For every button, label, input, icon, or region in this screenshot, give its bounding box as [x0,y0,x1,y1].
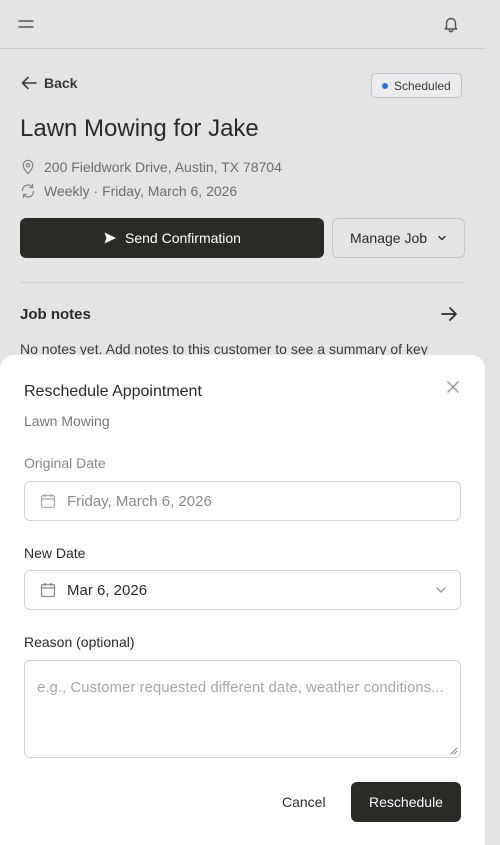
frequency-text: Weekly · Friday, March 6, 2026 [44,183,238,199]
bell-icon[interactable] [439,12,463,36]
manage-job-button[interactable]: Manage Job [332,218,465,258]
original-date-field: Friday, March 6, 2026 [24,481,461,521]
frequency-row: Weekly · Friday, March 6, 2026 [20,183,237,199]
arrow-left-icon [21,76,37,90]
location-pin-icon [22,159,34,175]
job-notes-heading: Job notes [20,306,91,323]
job-detail-page: Back Scheduled Lawn Mowing for Jake 200 … [0,0,485,845]
close-icon[interactable] [443,377,463,397]
reschedule-button[interactable]: Reschedule [351,782,461,822]
reason-placeholder: e.g., Customer requested different date,… [37,679,444,696]
reason-textarea[interactable]: e.g., Customer requested different date,… [24,660,461,758]
chevron-down-icon [436,587,446,593]
status-badge: Scheduled [371,73,462,98]
reason-label: Reason (optional) [24,634,135,650]
new-date-label: New Date [24,545,86,561]
original-date-label: Original Date [24,455,106,471]
status-dot [382,82,388,89]
reschedule-dialog: Reschedule Appointment Lawn Mowing Origi… [0,355,485,845]
back-label: Back [44,75,78,91]
dialog-title: Reschedule Appointment [24,383,202,400]
divider [20,282,465,283]
original-date-value: Friday, March 6, 2026 [67,492,212,510]
repeat-icon [21,183,35,199]
new-date-select[interactable]: Mar 6, 2026 [24,570,461,610]
status-label: Scheduled [394,78,451,93]
address-text: 200 Fieldwork Drive, Austin, TX 78704 [44,159,282,175]
page-title: Lawn Mowing for Jake [20,115,259,142]
new-date-value: Mar 6, 2026 [67,581,148,599]
hamburger-icon[interactable] [14,12,38,36]
back-link[interactable]: Back [20,75,77,91]
calendar-icon [40,494,56,509]
send-confirmation-button[interactable]: Send Confirmation [20,218,324,258]
chevron-down-icon [438,235,446,241]
send-confirmation-label: Send Confirmation [125,230,241,246]
address-row: 200 Fieldwork Drive, Austin, TX 78704 [20,159,282,175]
reschedule-label: Reschedule [369,794,443,810]
top-bar [0,0,485,49]
manage-job-label: Manage Job [349,230,428,246]
send-icon [104,232,117,244]
cancel-button[interactable]: Cancel [282,794,326,810]
calendar-icon [40,583,56,598]
resize-handle-icon[interactable] [448,745,458,755]
arrow-right-icon[interactable] [439,304,459,324]
dialog-subtitle: Lawn Mowing [24,413,110,429]
